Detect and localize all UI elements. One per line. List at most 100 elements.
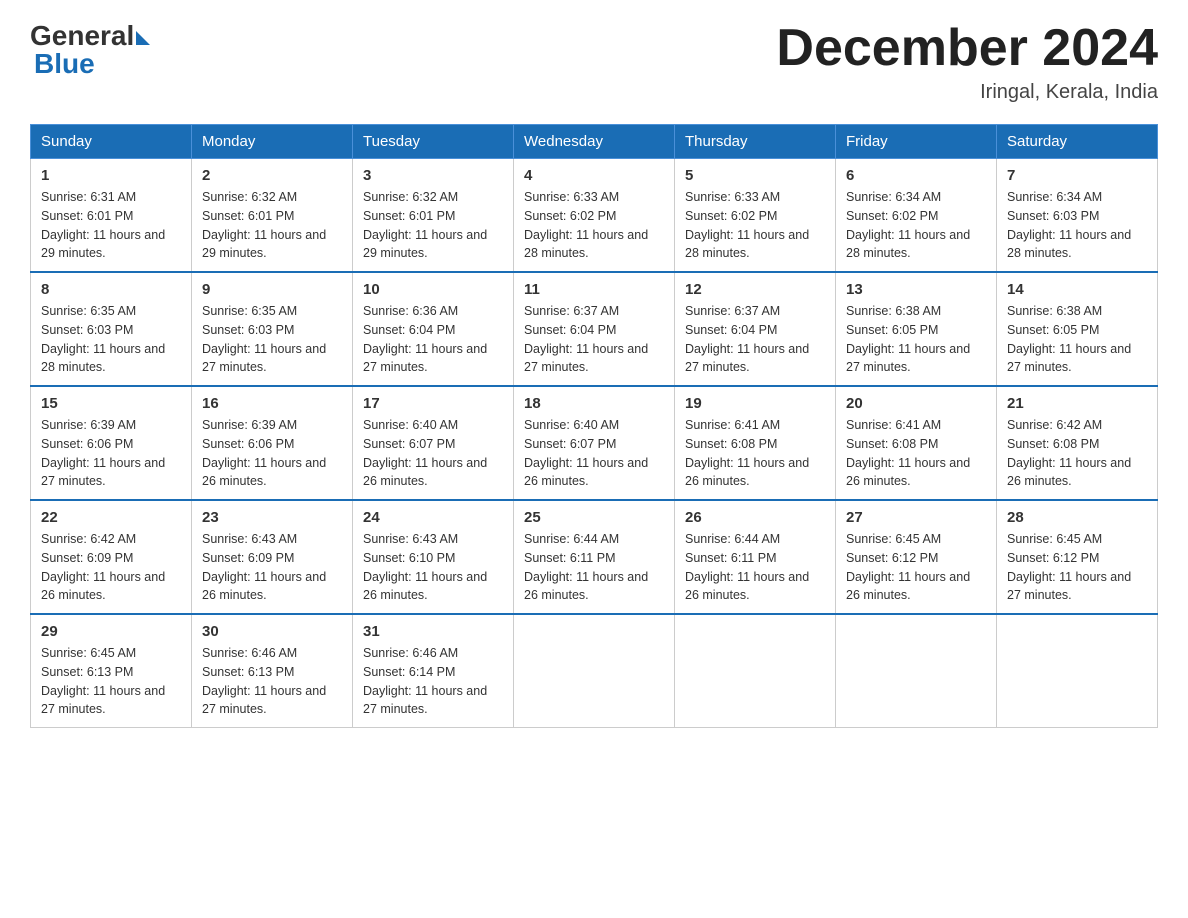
day-number: 11 [524,281,664,298]
day-cell: 23 Sunrise: 6:43 AM Sunset: 6:09 PM Dayl… [192,500,353,614]
day-number: 27 [846,509,986,526]
day-info: Sunrise: 6:45 AM Sunset: 6:13 PM Dayligh… [41,644,181,719]
day-info: Sunrise: 6:32 AM Sunset: 6:01 PM Dayligh… [202,188,342,263]
day-number: 23 [202,509,342,526]
day-number: 6 [846,167,986,184]
day-cell: 15 Sunrise: 6:39 AM Sunset: 6:06 PM Dayl… [31,386,192,500]
day-info: Sunrise: 6:38 AM Sunset: 6:05 PM Dayligh… [846,302,986,377]
col-header-sunday: Sunday [31,125,192,159]
day-cell [514,614,675,728]
day-number: 22 [41,509,181,526]
day-number: 19 [685,395,825,412]
day-cell: 13 Sunrise: 6:38 AM Sunset: 6:05 PM Dayl… [836,272,997,386]
day-info: Sunrise: 6:46 AM Sunset: 6:14 PM Dayligh… [363,644,503,719]
day-info: Sunrise: 6:45 AM Sunset: 6:12 PM Dayligh… [1007,530,1147,605]
logo-blue-text: Blue [34,48,95,80]
week-row-3: 15 Sunrise: 6:39 AM Sunset: 6:06 PM Dayl… [31,386,1158,500]
day-number: 10 [363,281,503,298]
day-cell: 8 Sunrise: 6:35 AM Sunset: 6:03 PM Dayli… [31,272,192,386]
logo: General Blue [30,20,150,80]
week-row-2: 8 Sunrise: 6:35 AM Sunset: 6:03 PM Dayli… [31,272,1158,386]
col-header-saturday: Saturday [997,125,1158,159]
day-number: 31 [363,623,503,640]
day-info: Sunrise: 6:35 AM Sunset: 6:03 PM Dayligh… [202,302,342,377]
col-header-tuesday: Tuesday [353,125,514,159]
day-info: Sunrise: 6:43 AM Sunset: 6:09 PM Dayligh… [202,530,342,605]
day-cell [836,614,997,728]
day-number: 21 [1007,395,1147,412]
day-number: 16 [202,395,342,412]
day-cell: 1 Sunrise: 6:31 AM Sunset: 6:01 PM Dayli… [31,159,192,273]
location-subtitle: Iringal, Kerala, India [776,81,1158,104]
day-info: Sunrise: 6:31 AM Sunset: 6:01 PM Dayligh… [41,188,181,263]
day-cell: 29 Sunrise: 6:45 AM Sunset: 6:13 PM Dayl… [31,614,192,728]
day-info: Sunrise: 6:37 AM Sunset: 6:04 PM Dayligh… [685,302,825,377]
day-number: 25 [524,509,664,526]
day-cell [997,614,1158,728]
day-number: 5 [685,167,825,184]
day-info: Sunrise: 6:42 AM Sunset: 6:09 PM Dayligh… [41,530,181,605]
col-header-friday: Friday [836,125,997,159]
day-number: 17 [363,395,503,412]
day-cell: 9 Sunrise: 6:35 AM Sunset: 6:03 PM Dayli… [192,272,353,386]
day-number: 4 [524,167,664,184]
day-info: Sunrise: 6:42 AM Sunset: 6:08 PM Dayligh… [1007,416,1147,491]
day-info: Sunrise: 6:44 AM Sunset: 6:11 PM Dayligh… [685,530,825,605]
day-cell: 7 Sunrise: 6:34 AM Sunset: 6:03 PM Dayli… [997,159,1158,273]
day-number: 30 [202,623,342,640]
day-cell: 4 Sunrise: 6:33 AM Sunset: 6:02 PM Dayli… [514,159,675,273]
day-number: 24 [363,509,503,526]
day-info: Sunrise: 6:37 AM Sunset: 6:04 PM Dayligh… [524,302,664,377]
day-cell: 26 Sunrise: 6:44 AM Sunset: 6:11 PM Dayl… [675,500,836,614]
day-info: Sunrise: 6:39 AM Sunset: 6:06 PM Dayligh… [41,416,181,491]
day-number: 3 [363,167,503,184]
day-info: Sunrise: 6:33 AM Sunset: 6:02 PM Dayligh… [685,188,825,263]
day-info: Sunrise: 6:43 AM Sunset: 6:10 PM Dayligh… [363,530,503,605]
day-cell: 6 Sunrise: 6:34 AM Sunset: 6:02 PM Dayli… [836,159,997,273]
day-cell: 28 Sunrise: 6:45 AM Sunset: 6:12 PM Dayl… [997,500,1158,614]
day-info: Sunrise: 6:36 AM Sunset: 6:04 PM Dayligh… [363,302,503,377]
day-cell: 5 Sunrise: 6:33 AM Sunset: 6:02 PM Dayli… [675,159,836,273]
day-cell [675,614,836,728]
day-number: 13 [846,281,986,298]
day-info: Sunrise: 6:33 AM Sunset: 6:02 PM Dayligh… [524,188,664,263]
month-title: December 2024 [776,20,1158,77]
day-info: Sunrise: 6:46 AM Sunset: 6:13 PM Dayligh… [202,644,342,719]
day-number: 14 [1007,281,1147,298]
day-number: 26 [685,509,825,526]
day-cell: 30 Sunrise: 6:46 AM Sunset: 6:13 PM Dayl… [192,614,353,728]
day-cell: 10 Sunrise: 6:36 AM Sunset: 6:04 PM Dayl… [353,272,514,386]
page-header: General Blue December 2024 Iringal, Kera… [30,20,1158,104]
day-info: Sunrise: 6:39 AM Sunset: 6:06 PM Dayligh… [202,416,342,491]
day-info: Sunrise: 6:41 AM Sunset: 6:08 PM Dayligh… [846,416,986,491]
day-cell: 25 Sunrise: 6:44 AM Sunset: 6:11 PM Dayl… [514,500,675,614]
day-cell: 18 Sunrise: 6:40 AM Sunset: 6:07 PM Dayl… [514,386,675,500]
header-row: SundayMondayTuesdayWednesdayThursdayFrid… [31,125,1158,159]
day-cell: 24 Sunrise: 6:43 AM Sunset: 6:10 PM Dayl… [353,500,514,614]
day-cell: 17 Sunrise: 6:40 AM Sunset: 6:07 PM Dayl… [353,386,514,500]
day-cell: 20 Sunrise: 6:41 AM Sunset: 6:08 PM Dayl… [836,386,997,500]
day-cell: 21 Sunrise: 6:42 AM Sunset: 6:08 PM Dayl… [997,386,1158,500]
day-info: Sunrise: 6:38 AM Sunset: 6:05 PM Dayligh… [1007,302,1147,377]
day-number: 28 [1007,509,1147,526]
day-number: 20 [846,395,986,412]
week-row-1: 1 Sunrise: 6:31 AM Sunset: 6:01 PM Dayli… [31,159,1158,273]
day-info: Sunrise: 6:32 AM Sunset: 6:01 PM Dayligh… [363,188,503,263]
week-row-4: 22 Sunrise: 6:42 AM Sunset: 6:09 PM Dayl… [31,500,1158,614]
day-cell: 22 Sunrise: 6:42 AM Sunset: 6:09 PM Dayl… [31,500,192,614]
col-header-thursday: Thursday [675,125,836,159]
col-header-monday: Monday [192,125,353,159]
day-cell: 11 Sunrise: 6:37 AM Sunset: 6:04 PM Dayl… [514,272,675,386]
title-area: December 2024 Iringal, Kerala, India [776,20,1158,104]
day-info: Sunrise: 6:45 AM Sunset: 6:12 PM Dayligh… [846,530,986,605]
day-number: 1 [41,167,181,184]
day-cell: 14 Sunrise: 6:38 AM Sunset: 6:05 PM Dayl… [997,272,1158,386]
day-info: Sunrise: 6:34 AM Sunset: 6:02 PM Dayligh… [846,188,986,263]
day-number: 29 [41,623,181,640]
day-info: Sunrise: 6:44 AM Sunset: 6:11 PM Dayligh… [524,530,664,605]
day-cell: 16 Sunrise: 6:39 AM Sunset: 6:06 PM Dayl… [192,386,353,500]
day-cell: 31 Sunrise: 6:46 AM Sunset: 6:14 PM Dayl… [353,614,514,728]
day-info: Sunrise: 6:35 AM Sunset: 6:03 PM Dayligh… [41,302,181,377]
day-number: 2 [202,167,342,184]
day-number: 18 [524,395,664,412]
